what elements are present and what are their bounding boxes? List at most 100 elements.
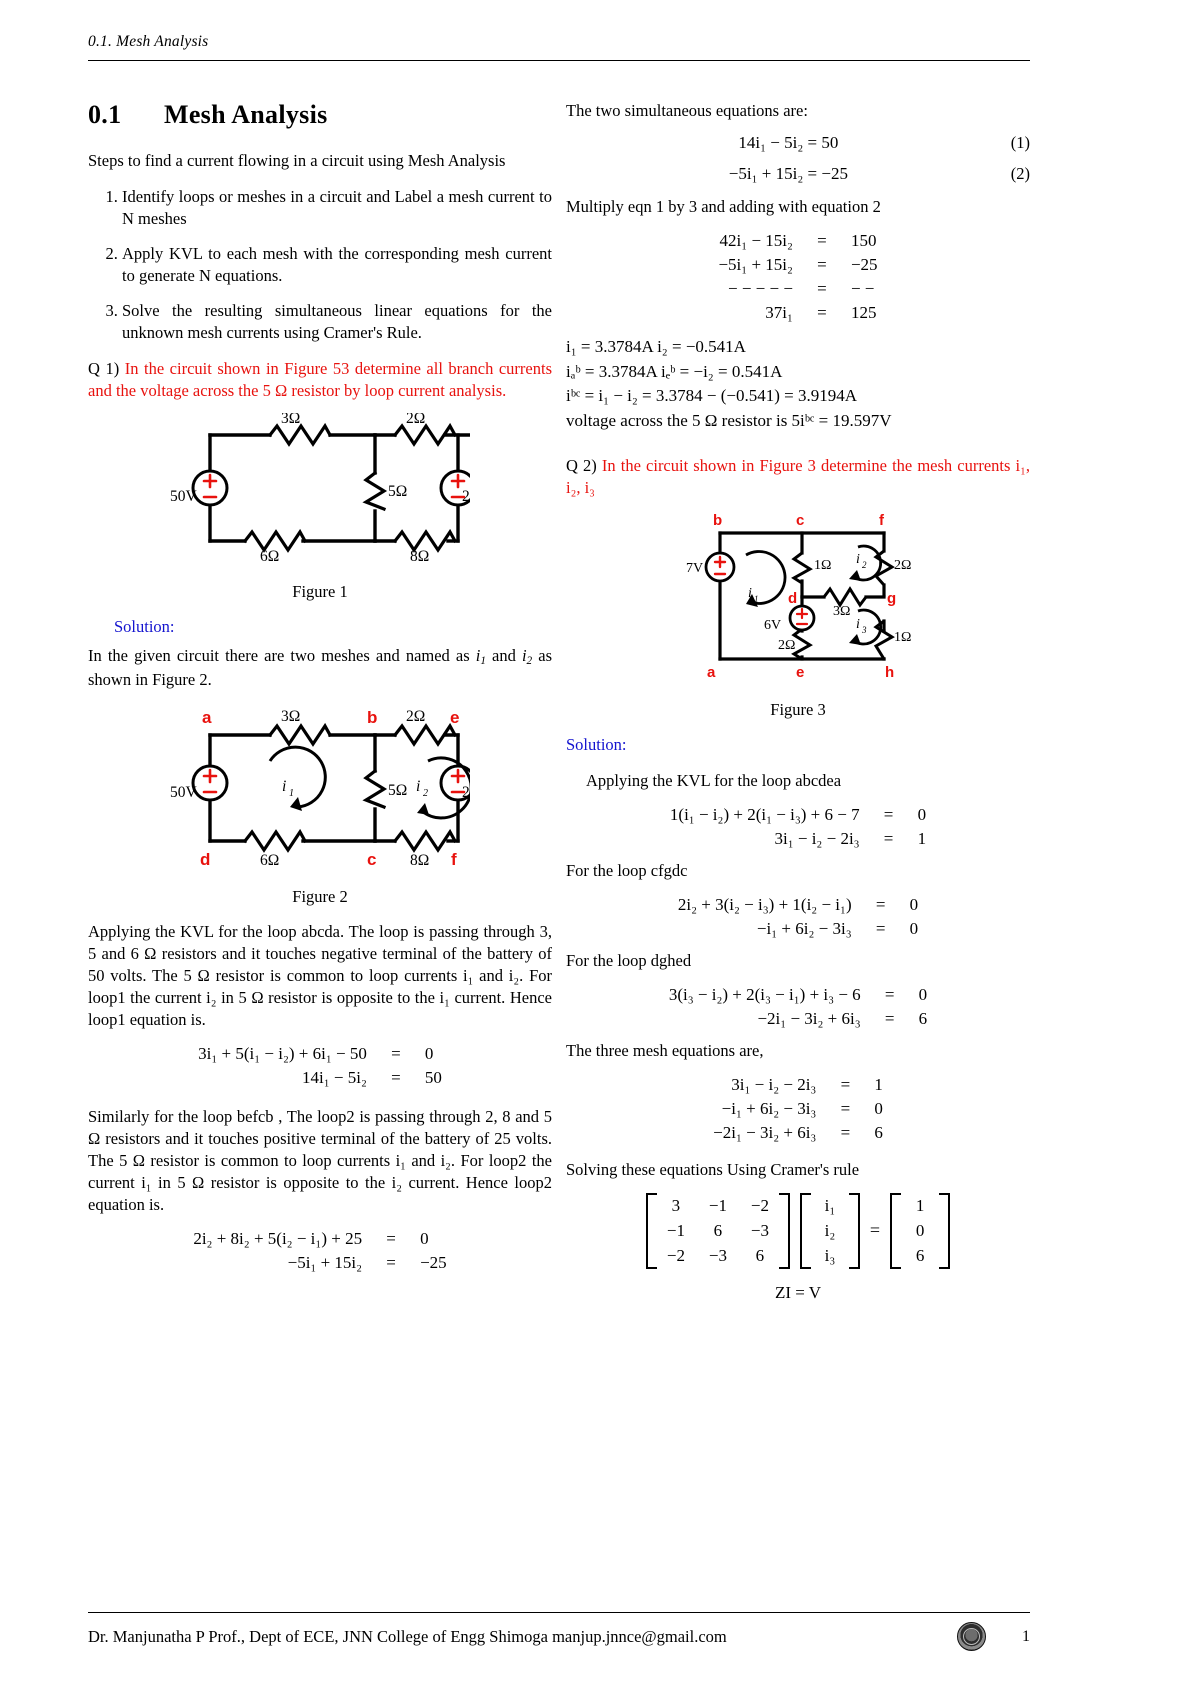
- equation-sign: =: [840, 1123, 851, 1142]
- fig3-label-6v: 6V: [764, 618, 781, 633]
- matrix-cell: 3: [671, 1195, 681, 1215]
- fig2-mesh-i2: i: [416, 778, 420, 795]
- fig3-mesh-i2: i: [856, 552, 860, 567]
- fig2-node-f: f: [451, 850, 457, 868]
- loop-cfgdc-equations: 2i₂ + 3(i₂ − i₃) + 1(i₂ − i₁) = 0 −i₁ + …: [678, 893, 918, 941]
- equation-rhs: − −: [850, 278, 875, 298]
- intro-paragraph: Steps to find a current flowing in a cir…: [88, 151, 506, 170]
- page-footer: Dr. Manjunatha P Prof., Dept of ECE, JNN…: [88, 1622, 1030, 1651]
- footer-rule: [88, 1612, 1030, 1613]
- fig3-node-f: f: [879, 512, 885, 529]
- figure-1-caption: Figure 1: [292, 582, 348, 602]
- equation-rhs: −25: [420, 1252, 447, 1272]
- matrix-caption: ZI = V: [774, 1282, 822, 1302]
- section-title: Mesh Analysis: [164, 100, 328, 129]
- step-item: Solve the resulting simultaneous linear …: [122, 300, 552, 344]
- numbered-equation-2: (2) −5i₁ + 15i₂ = −25: [566, 164, 1030, 184]
- fig2-node-e: e: [450, 708, 459, 727]
- fig2-label-3ohm: 3Ω: [281, 708, 300, 725]
- solution-intro-1: In the given circuit there are two meshe…: [88, 646, 552, 690]
- fig1-label-3ohm: 3Ω: [281, 413, 300, 427]
- multiply-text: Multiply eqn 1 by 3 and adding with equa…: [566, 196, 881, 216]
- figure-3-caption: Figure 3: [770, 700, 826, 720]
- equation-lhs: −5i₁ + 15i₂: [287, 1252, 363, 1272]
- step-item: Identify loops or meshes in a circuit an…: [122, 186, 552, 230]
- fig2-node-d: d: [200, 850, 210, 868]
- equation-row: −i₁ + 6i₂ − 3i₃ = 0: [713, 1097, 883, 1121]
- equation-lhs: 37i₁: [765, 302, 793, 322]
- figure-2-svg: 3Ω 2Ω 5Ω 6Ω 8Ω 50V 25V i 1 i 2 a b e d: [170, 708, 490, 869]
- fig1-label-5ohm: 5Ω: [388, 483, 407, 500]
- fig3-mesh-i3: i: [856, 617, 860, 632]
- equation-rhs: 1: [874, 1075, 883, 1094]
- equation-lhs: 3i₁ − i₂ − 2i₃: [774, 829, 860, 849]
- fig3-label-2ohm-bot: 2Ω: [778, 638, 795, 653]
- fig3-label-7v: 7V: [686, 561, 703, 576]
- equation-rhs: 6: [874, 1123, 883, 1142]
- fig2-mesh-i1: i: [282, 778, 286, 795]
- table-row: 37i₁ = 125: [718, 301, 877, 325]
- result-line: iᵇᶜ = i₁ − i₂ = 3.3784 − (−0.541) = 3.91…: [566, 386, 858, 406]
- matrix-equals: =: [869, 1220, 881, 1241]
- three-mesh-equations: 3i₁ − i₂ − 2i₃ = 1 −i₁ + 6i₂ − 3i₃ = 0 −…: [713, 1073, 883, 1145]
- equation-row: −i₁ + 6i₂ − 3i₃ = 0: [678, 917, 918, 941]
- equation-lhs: 1(i₁ − i₂) + 2(i₁ − i₃) + 6 − 7: [669, 805, 860, 825]
- equation-rhs: 0: [874, 1099, 883, 1118]
- equation-lhs: 42i₁ − 15i₂: [719, 230, 793, 250]
- matrix-cell: −1: [666, 1220, 685, 1240]
- fig3-node-h: h: [885, 664, 894, 681]
- figure-2-caption: Figure 2: [292, 887, 348, 907]
- numbered-equation-1: (1) 14i₁ − 5i₂ = 50: [566, 133, 1030, 153]
- equation-sign: =: [391, 1068, 401, 1088]
- equation-sign: =: [817, 302, 827, 322]
- solution-label-2-text: Solution:: [566, 735, 627, 755]
- fig1-label-50v: 50V: [170, 488, 198, 505]
- equation-row: 3i₁ + 5(i₁ − i₂) + 6i₁ − 50 = 0: [198, 1042, 442, 1066]
- running-head-text: 0.1. Mesh Analysis: [88, 33, 209, 50]
- fig2-label-6ohm: 6Ω: [260, 852, 279, 868]
- fig2-node-a: a: [202, 708, 212, 727]
- footer-text: Dr. Manjunatha P Prof., Dept of ECE, JNN…: [88, 1626, 727, 1646]
- matrix-cell: −3: [708, 1245, 727, 1265]
- solution-label-1-text: Solution:: [114, 617, 175, 637]
- solution-label-2: Solution:: [566, 734, 1030, 756]
- equation-lhs: 3i₁ − i₂ − 2i₃: [731, 1075, 817, 1094]
- equation-row: −2i₁ − 3i₂ + 6i₃ = 6: [713, 1121, 883, 1145]
- equation-rhs: 125: [850, 302, 877, 322]
- fig3-node-c: c: [796, 512, 804, 529]
- equation-sign: =: [883, 805, 894, 825]
- fig3-label-1ohm-top: 1Ω: [814, 558, 831, 573]
- matrix-cell: −2: [750, 1195, 769, 1215]
- question-1-prefix: Q 1): [88, 358, 120, 378]
- matrix-cell: −2: [666, 1245, 685, 1265]
- figure-3: 7V 6V 1Ω 2Ω 3Ω 2Ω 1Ω i 1 i 2 i 3 b c f d…: [566, 511, 1030, 686]
- svg-text:2: 2: [423, 788, 428, 799]
- page-number: 1: [1022, 1627, 1030, 1645]
- result-line: iₐᵇ = 3.3784A iₑᵇ = −i₂ = 0.541A: [566, 361, 783, 381]
- loop-dghed-equations: 3(i₃ − i₂) + 2(i₃ − i₁) + i₃ − 6 = 0 −2i…: [669, 983, 927, 1031]
- equation-row: 3i₁ − i₂ − 2i₃ = 1: [713, 1073, 883, 1097]
- equation-rhs: −25: [850, 254, 878, 274]
- fig2-label-25v: 25V: [462, 784, 470, 801]
- svg-text:1: 1: [754, 594, 759, 604]
- question-1-text: In the circuit shown in Figure 53 determ…: [88, 358, 552, 400]
- fig3-label-3ohm: 3Ω: [833, 604, 850, 619]
- equation-lhs: −5i₁ + 15i₂: [718, 254, 793, 274]
- equation-sign: =: [840, 1099, 851, 1118]
- three-equations-label: The three mesh equations are,: [566, 1041, 764, 1061]
- simultaneous-intro: The two simultaneous equations are:: [566, 101, 808, 120]
- equation-lhs: −2i₁ − 3i₂ + 6i₃: [713, 1123, 817, 1142]
- matrix-cell: 6: [755, 1245, 765, 1265]
- equation-sign: =: [817, 254, 827, 274]
- equation-rhs: 6: [918, 1009, 928, 1029]
- equation-sign: =: [884, 1009, 895, 1029]
- fig1-label-25v: 25V: [462, 488, 470, 505]
- loop-dghed-label: For the loop dghed: [566, 951, 692, 971]
- equation-sign: =: [391, 1044, 401, 1064]
- equation-sign: =: [817, 230, 827, 250]
- equation-rhs: 50: [424, 1068, 442, 1088]
- fig3-node-a: a: [707, 664, 716, 681]
- equation-sign: =: [386, 1228, 396, 1248]
- equation-sign: =: [386, 1252, 396, 1272]
- running-head: 0.1. Mesh Analysis: [88, 33, 1028, 51]
